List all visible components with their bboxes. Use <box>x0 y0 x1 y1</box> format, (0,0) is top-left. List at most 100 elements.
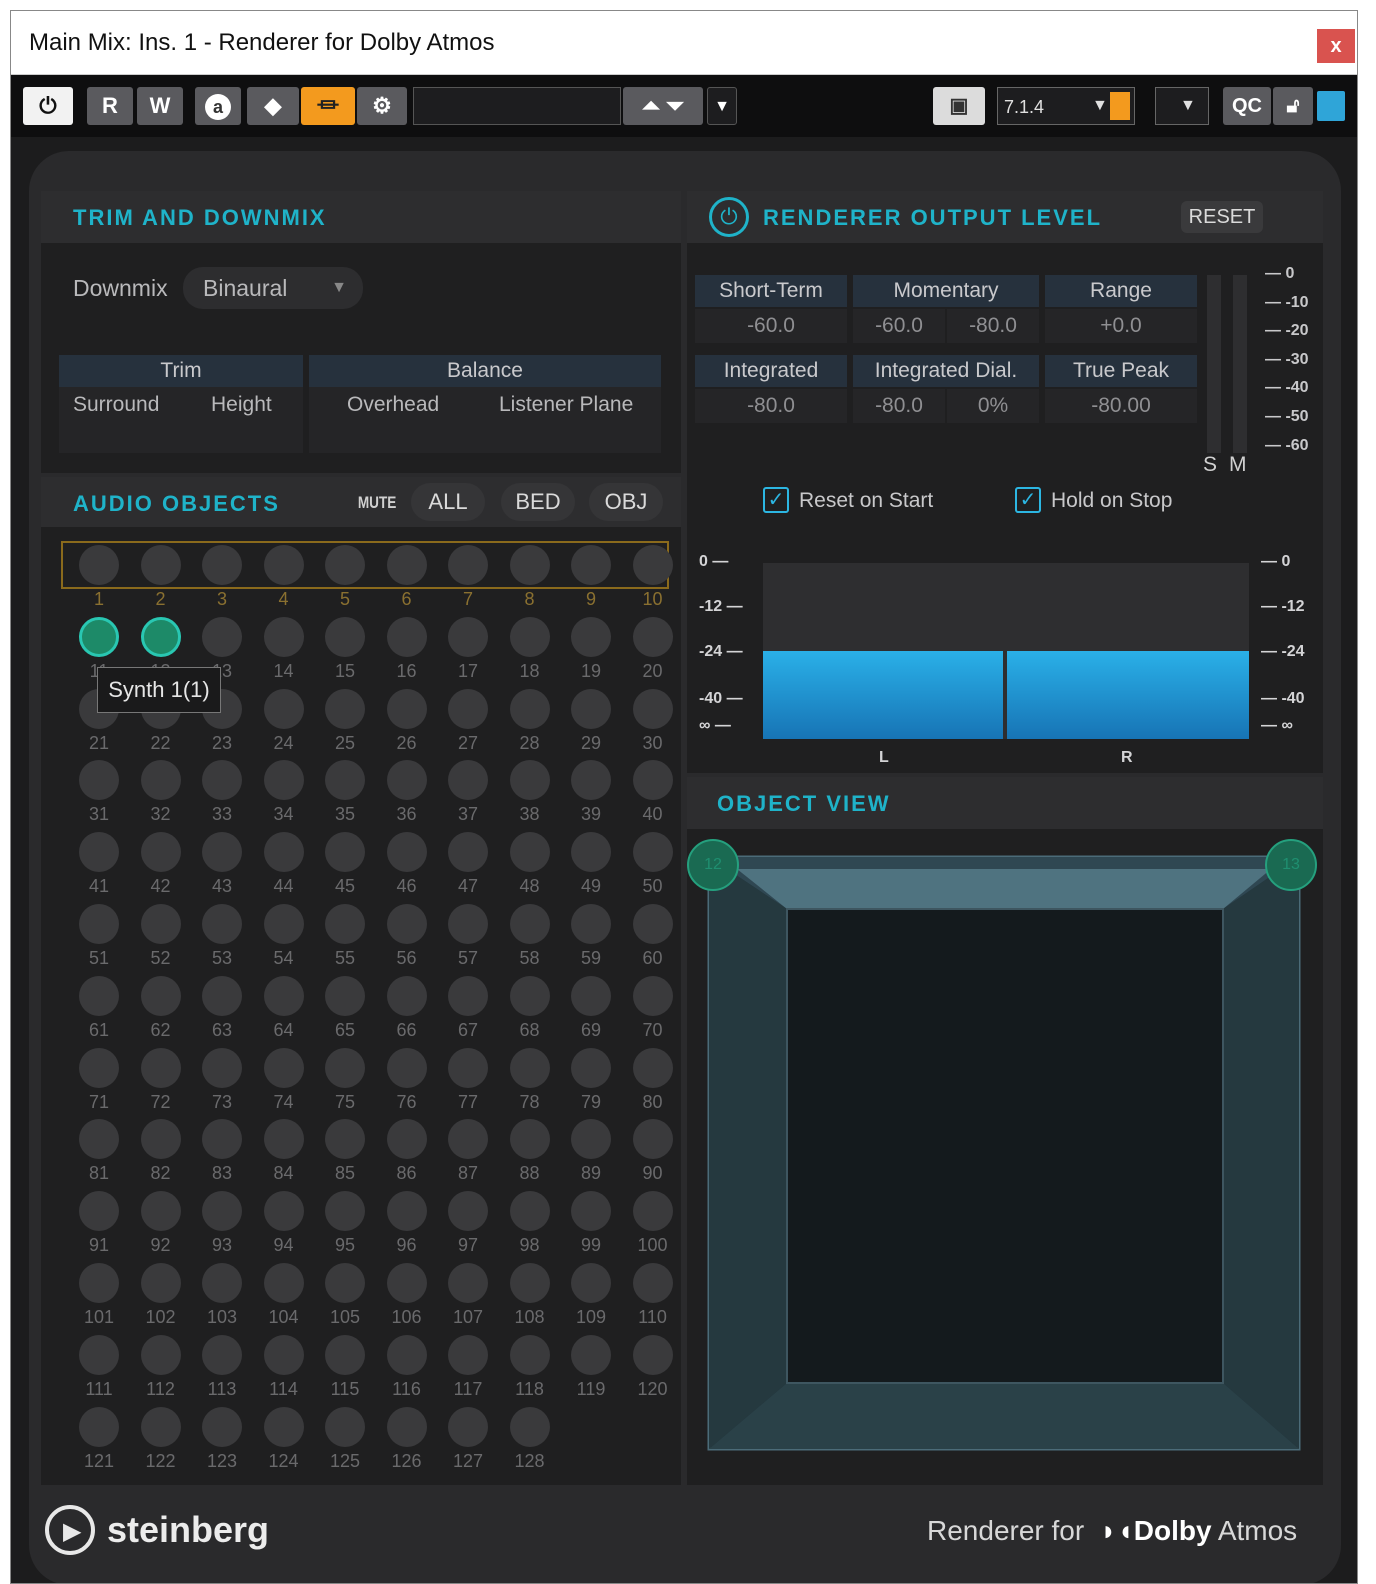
object-60[interactable] <box>632 904 673 944</box>
object-19[interactable] <box>571 616 611 657</box>
object-98[interactable] <box>509 1191 550 1232</box>
object-40[interactable] <box>632 760 673 801</box>
lock-button[interactable]: 🔓︎ <box>1273 87 1313 125</box>
overhead-label[interactable]: Overhead <box>347 393 439 417</box>
object-18[interactable] <box>509 616 550 657</box>
object-node-13[interactable]: 13 <box>1265 839 1317 891</box>
object-108[interactable] <box>509 1263 550 1303</box>
object-59[interactable] <box>571 904 611 944</box>
object-20[interactable] <box>632 616 673 657</box>
object-105[interactable] <box>325 1263 365 1303</box>
object-3[interactable] <box>202 545 242 585</box>
object-68[interactable] <box>509 975 550 1016</box>
object-66[interactable] <box>386 975 427 1016</box>
snapshot-button[interactable]: ▣ <box>933 87 985 125</box>
object-44[interactable] <box>263 832 304 873</box>
close-button[interactable]: x <box>1317 29 1355 63</box>
object-70[interactable] <box>632 975 673 1016</box>
object-110[interactable] <box>632 1263 673 1303</box>
object-127[interactable] <box>448 1406 488 1447</box>
object-96[interactable] <box>386 1191 427 1232</box>
renderer-power-button[interactable]: ⏻ <box>709 197 749 237</box>
object-6[interactable] <box>386 545 427 585</box>
object-9[interactable] <box>571 545 611 585</box>
power-button[interactable]: ⏻ <box>23 87 73 125</box>
object-16[interactable] <box>386 616 427 657</box>
object-14[interactable] <box>263 616 304 657</box>
object-48[interactable] <box>509 832 550 873</box>
object-79[interactable] <box>571 1047 611 1088</box>
object-94[interactable] <box>263 1191 304 1232</box>
object-88[interactable] <box>509 1119 550 1160</box>
object-13[interactable] <box>202 616 242 657</box>
object-78[interactable] <box>509 1047 550 1088</box>
object-8[interactable] <box>509 545 550 585</box>
object-128[interactable] <box>509 1406 550 1447</box>
sidechain-button[interactable]: ⏛ <box>301 87 355 125</box>
object-47[interactable] <box>448 832 488 873</box>
object-30[interactable] <box>632 688 673 729</box>
object-5[interactable] <box>325 545 365 585</box>
object-31[interactable] <box>79 760 119 801</box>
object-80[interactable] <box>632 1047 673 1088</box>
object-77[interactable] <box>448 1047 488 1088</box>
listener-plane-label[interactable]: Listener Plane <box>499 393 633 417</box>
preset-menu-button[interactable]: ▼ <box>707 87 737 125</box>
object-43[interactable] <box>202 832 242 873</box>
object-126[interactable] <box>386 1406 427 1447</box>
object-111[interactable] <box>79 1334 119 1375</box>
object-2[interactable] <box>140 545 181 585</box>
object-76[interactable] <box>386 1047 427 1088</box>
object-116[interactable] <box>386 1334 427 1375</box>
object-109[interactable] <box>571 1263 611 1303</box>
object-101[interactable] <box>79 1263 119 1303</box>
object-65[interactable] <box>325 975 365 1016</box>
object-49[interactable] <box>571 832 611 873</box>
object-81[interactable] <box>79 1119 119 1160</box>
object-50[interactable] <box>632 832 673 873</box>
object-4[interactable] <box>263 545 304 585</box>
object-103[interactable] <box>202 1263 242 1303</box>
object-83[interactable] <box>202 1119 242 1160</box>
object-71[interactable] <box>79 1047 119 1088</box>
object-102[interactable] <box>140 1263 181 1303</box>
object-119[interactable] <box>571 1334 611 1375</box>
object-74[interactable] <box>263 1047 304 1088</box>
object-73[interactable] <box>202 1047 242 1088</box>
object-28[interactable] <box>509 688 550 729</box>
object-91[interactable] <box>79 1191 119 1232</box>
object-12[interactable] <box>140 616 181 657</box>
object-72[interactable] <box>140 1047 181 1088</box>
reset-on-start-checkbox[interactable]: ✓ <box>763 487 789 513</box>
object-106[interactable] <box>386 1263 427 1303</box>
object-51[interactable] <box>79 904 119 944</box>
object-41[interactable] <box>79 832 119 873</box>
object-118[interactable] <box>509 1334 550 1375</box>
object-46[interactable] <box>386 832 427 873</box>
object-104[interactable] <box>263 1263 304 1303</box>
object-90[interactable] <box>632 1119 673 1160</box>
object-86[interactable] <box>386 1119 427 1160</box>
object-121[interactable] <box>79 1406 119 1447</box>
preset-field[interactable] <box>413 87 621 125</box>
object-97[interactable] <box>448 1191 488 1232</box>
object-58[interactable] <box>509 904 550 944</box>
write-button[interactable]: W <box>137 87 183 125</box>
object-99[interactable] <box>571 1191 611 1232</box>
color-indicator[interactable] <box>1317 91 1345 121</box>
read-button[interactable]: R <box>87 87 133 125</box>
object-10[interactable] <box>632 545 673 585</box>
object-64[interactable] <box>263 975 304 1016</box>
object-29[interactable] <box>571 688 611 729</box>
a-button[interactable]: a <box>195 87 241 125</box>
object-11[interactable] <box>79 616 119 657</box>
object-35[interactable] <box>325 760 365 801</box>
object-82[interactable] <box>140 1119 181 1160</box>
qc-button[interactable]: QC <box>1223 87 1271 125</box>
surround-label[interactable]: Surround <box>73 393 159 417</box>
object-36[interactable] <box>386 760 427 801</box>
object-27[interactable] <box>448 688 488 729</box>
object-93[interactable] <box>202 1191 242 1232</box>
object-33[interactable] <box>202 760 242 801</box>
object-38[interactable] <box>509 760 550 801</box>
